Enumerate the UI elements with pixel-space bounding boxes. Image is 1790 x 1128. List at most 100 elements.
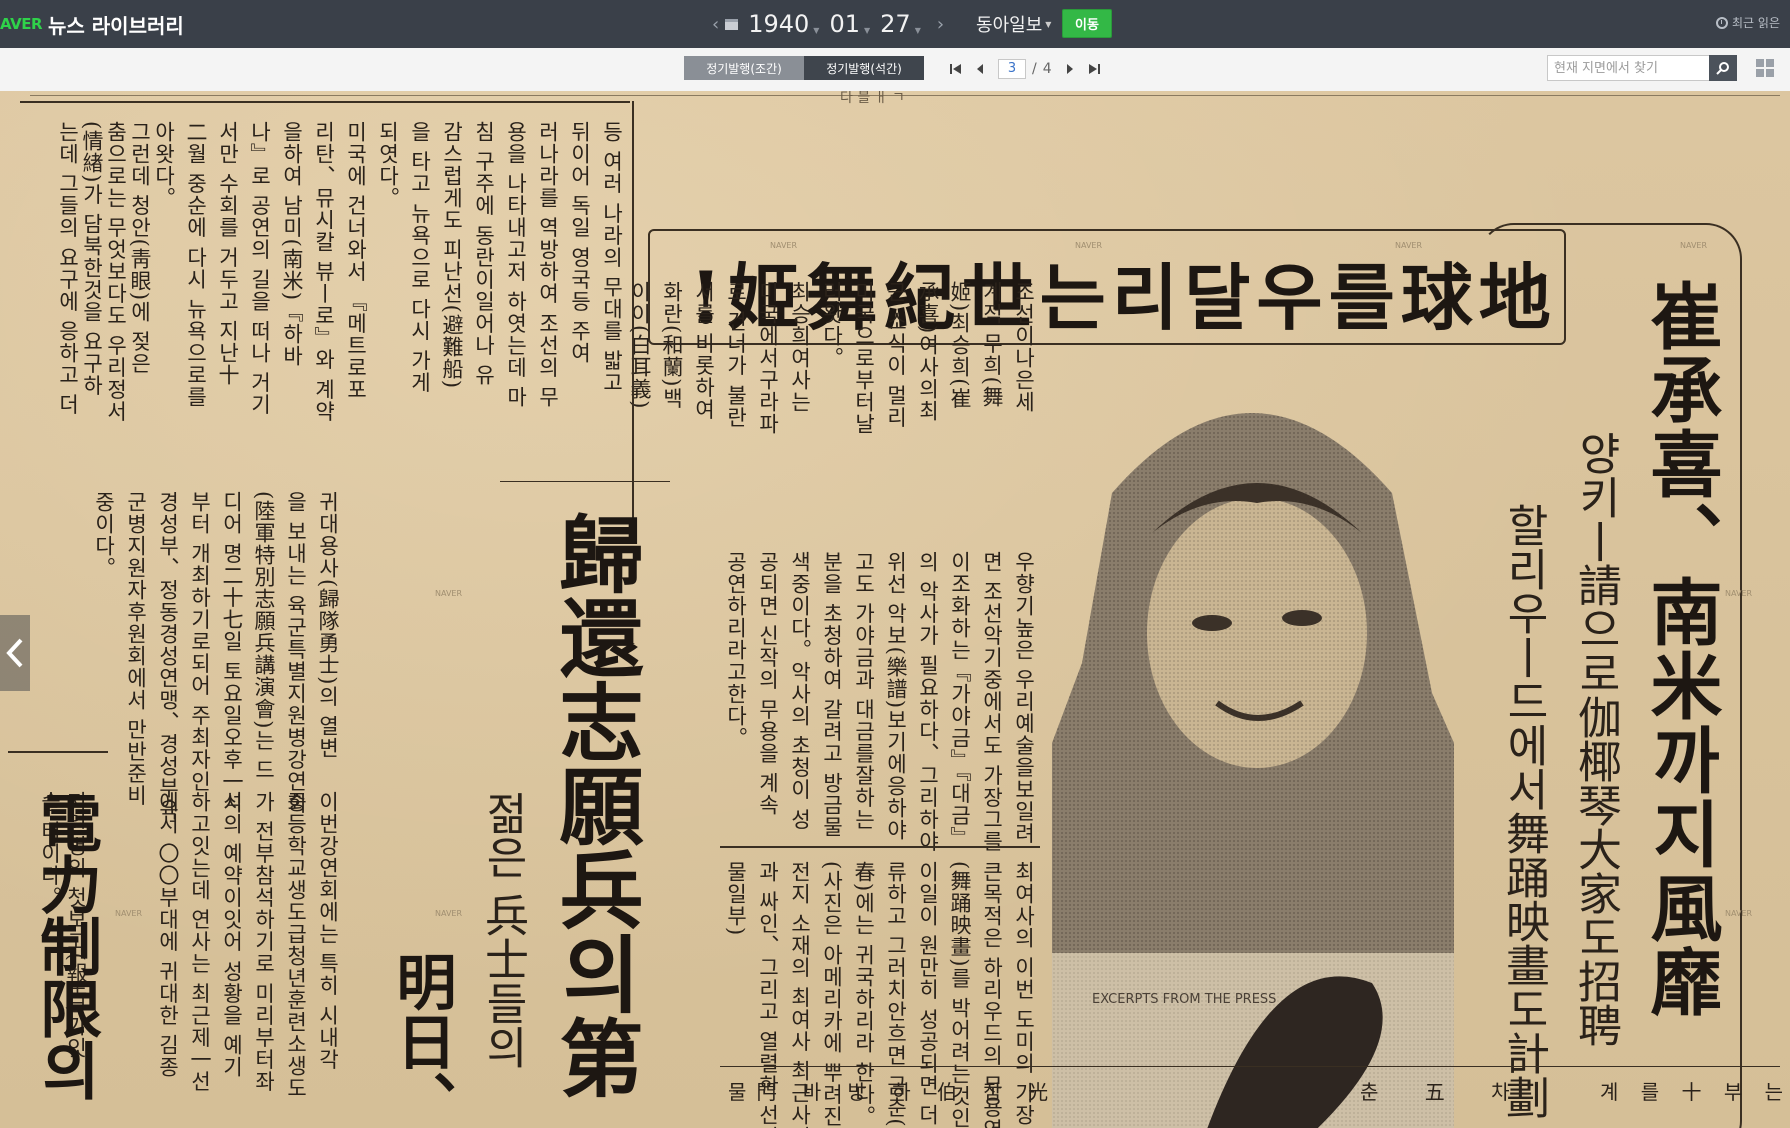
second-col-12: 석의 예약이잇어 성황을 예기: [220, 791, 244, 1079]
chevron-down-icon[interactable]: ▼: [813, 26, 819, 35]
watermark: NAVER: [1395, 241, 1423, 250]
second-col-9: 이번강연회에는 특히 시내각: [316, 791, 340, 1071]
watermark: NAVER: [435, 909, 463, 918]
go-button[interactable]: 이동: [1062, 9, 1112, 38]
second-col-3: (陸軍特別志願兵講演會)는 드: [252, 491, 276, 782]
next-page-icon[interactable]: [1058, 58, 1082, 80]
total-pages: 4: [1042, 61, 1052, 77]
chevron-down-icon[interactable]: ▼: [915, 26, 921, 35]
article-mid-1: 우향기높은 우리예술을보일려: [1012, 551, 1036, 845]
article-mid-8: 색중이다。악사의 초청이 성: [788, 551, 812, 831]
watermark: NAVER: [1725, 589, 1753, 598]
left-col-12: 나』로 공연의 길을 떠나 거기: [248, 121, 272, 416]
grid-view-icon[interactable]: [1756, 59, 1774, 77]
second-article-subtitle: 젊은 兵士들의: [477, 791, 528, 1069]
brand[interactable]: AVER 뉴스 라이브러리: [0, 10, 184, 39]
third-article-title: 電力制限의: [29, 791, 102, 1101]
prev-date-button[interactable]: ‹: [706, 14, 725, 35]
left-col-11: 을하여 남미(南米)『하바: [280, 121, 304, 368]
last-page-icon[interactable]: [1082, 58, 1106, 80]
prev-page-icon[interactable]: [968, 58, 992, 80]
watermark: NAVER: [1680, 241, 1708, 250]
left-col-1: 등 여러 나라의 무대를 밟고: [600, 121, 624, 394]
bottom-strip-text-3: 계 를 十 부 는 로: [1600, 1080, 1790, 1104]
page-navigator: 3 / 4: [944, 58, 1106, 80]
photo-caption: EXCERPTS FROM THE PRESS: [1092, 992, 1276, 1007]
second-col-5: 부터 개최하기로되어 주최자인: [188, 491, 212, 793]
article-col-1: 조선이나은세: [1012, 281, 1036, 413]
top-rule: [30, 95, 1780, 96]
day-select[interactable]: 27: [880, 10, 911, 38]
article-mid-6: 고도 가야금과 대금를잘하는: [852, 551, 876, 831]
second-col-6: 경성부、정동경성연맹、경성부육: [156, 491, 180, 821]
left-col-4: 용을 나타내고저 하엿는데 마: [504, 121, 528, 409]
naver-logo[interactable]: AVER: [0, 15, 43, 33]
library-title[interactable]: 뉴스 라이브러리: [48, 10, 184, 39]
left-col-2: 뒤이어 독일 영국등 주여: [568, 121, 592, 365]
edition-tabs: 정기발행(조간) 정기발행(석간): [684, 56, 924, 80]
newspaper-page-view[interactable]: 다 블 ㅐ ㄱ 地球를우달리는世紀舞姬! 崔承喜、南米까지風靡 양키ㅣ請으로伽椰…: [0, 91, 1790, 1128]
article-col-11: 서를 비롯하여: [692, 281, 716, 421]
watermark: NAVER: [1725, 909, 1753, 918]
article-col-4: 承喜)여사의최: [916, 281, 940, 423]
article-col-8: 최승희여사는: [788, 281, 812, 413]
viewer-toolbar: 정기발행(조간) 정기발행(석간) 3 / 4: [0, 48, 1790, 92]
year-select[interactable]: 1940: [748, 10, 809, 38]
page-search: [1547, 55, 1737, 81]
newspaper-select[interactable]: 동아일보: [976, 11, 1042, 37]
second-col-11: 가 전부참석하기로 미리부터좌: [252, 791, 276, 1093]
month-select[interactable]: 01: [829, 10, 860, 38]
search-input[interactable]: [1548, 56, 1715, 80]
left-col-6: 감스럽게도 피난선(避難船): [440, 121, 464, 390]
search-button[interactable]: [1709, 55, 1737, 81]
article-mid-7: 분을 초청하여 갈려고 방금물: [820, 551, 844, 839]
article-low-10: 물일부): [724, 861, 748, 937]
article-col-9: 미국에서구라파: [756, 281, 780, 435]
next-date-button[interactable]: ›: [931, 14, 950, 35]
left-col-9: 미국에 건너와서 『메트로포: [344, 121, 368, 401]
mid-rule: [720, 846, 1040, 848]
second-col-2: 을 보내는 육군특별지원병강연회: [284, 491, 308, 815]
chevron-down-icon[interactable]: ▼: [864, 26, 870, 35]
first-page-icon[interactable]: [944, 58, 968, 80]
tab-morning-edition[interactable]: 정기발행(조간): [684, 56, 804, 80]
second-col-1: 귀대용사(歸隊勇士)의 열변: [316, 491, 340, 760]
second-article-top-rule: [500, 481, 670, 482]
second-col-4: 디어 명二十七일 토요일오후一시: [220, 491, 244, 815]
calendar-icon[interactable]: [725, 18, 739, 30]
article-mid-5: 위선 악보(樂譜)보기에응하야: [884, 551, 908, 842]
recent-read-link[interactable]: 최근 읽은: [1716, 14, 1780, 31]
bottom-rule: [720, 1066, 1780, 1067]
left-col-13: 서만 수회를 거두고 지난十: [216, 121, 240, 387]
article-mid-3: 이조화하는『가야금』『대금』: [948, 551, 972, 849]
left-top-rule: [20, 101, 630, 103]
top-strip-text: 다 블 ㅐ ㄱ: [840, 91, 905, 106]
second-col-8: 중이다。: [92, 491, 116, 579]
tab-evening-edition[interactable]: 정기발행(석간): [804, 56, 924, 80]
recent-label: 최근 읽은: [1732, 16, 1780, 30]
article-col-12: 화란(和蘭)백: [660, 281, 684, 410]
title-bracket: [1478, 223, 1742, 1128]
second-col-13: 하고잇는데 연사는 최근제一선: [188, 791, 212, 1093]
chevron-left-icon: [6, 638, 23, 668]
bottom-strip-text-2: 춘 五 차: [1360, 1080, 1530, 1104]
second-col-7: 군병지원자후원회에서 만반준비: [124, 491, 148, 807]
second-col-14: 에서 〇〇부대에 귀대한 김종: [156, 791, 180, 1079]
current-page-input[interactable]: 3: [998, 59, 1026, 79]
date-selector: ‹ 1940 ▼ 01 ▼ 27 ▼ › 동아일보 ▼: [706, 8, 1051, 40]
prev-page-arrow[interactable]: [0, 615, 30, 691]
left-col-5: 침 구주에 동란이일어나 유: [472, 121, 496, 387]
left-col-8: 되엿다。: [376, 121, 400, 209]
article-col-10: 로 건너가 불란: [724, 281, 748, 429]
chevron-down-icon[interactable]: ▼: [1045, 20, 1051, 29]
left-col-7: 을 타고 뉴욕으로 다시 가게: [408, 121, 432, 394]
watermark: NAVER: [1075, 241, 1103, 250]
watermark: NAVER: [770, 241, 798, 250]
article-col-7: 러왓다。: [820, 281, 844, 369]
article-col-3: 姬)최승희(崔: [948, 281, 972, 410]
left-col-10: 리탄、뮤시칼 뷰ㅣ로』와 계약: [312, 121, 336, 423]
left-col-19: 는데 그들의 요구에 응하고 더: [56, 121, 80, 416]
top-navigation-bar: AVER 뉴스 라이브러리 ‹ 1940 ▼ 01 ▼ 27 ▼ › 동아일보 …: [0, 0, 1790, 48]
dancer-photo: EXCERPTS FROM THE PRESS: [1052, 343, 1454, 1128]
clock-icon: [1716, 16, 1729, 29]
